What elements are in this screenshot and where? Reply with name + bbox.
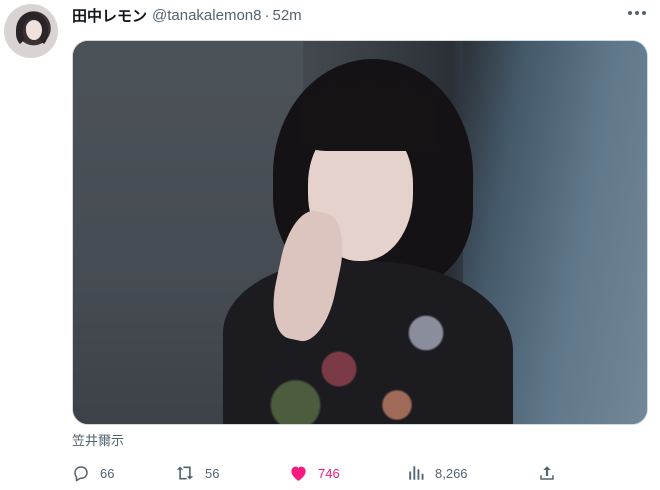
avatar[interactable]	[4, 4, 58, 58]
retweet-icon	[176, 466, 194, 480]
photo-credit-caption: 笠井爾示	[72, 433, 125, 448]
tweet-header: 田中レモン @tanakalemon8 · 52m	[72, 5, 302, 25]
photo-subject-bangs	[298, 81, 438, 151]
view-count: 8,266	[435, 465, 468, 481]
share-icon	[540, 466, 554, 480]
action-bar: 66 56 746 8,266	[72, 460, 652, 486]
reply-icon	[74, 466, 88, 482]
timestamp[interactable]: 52m	[272, 7, 301, 24]
heart-filled-icon	[291, 466, 306, 481]
avatar-face	[26, 20, 42, 40]
reply-button[interactable]: 66	[72, 460, 114, 486]
separator-dot: ·	[264, 6, 270, 24]
display-name[interactable]: 田中レモン	[72, 5, 147, 26]
views-chart-icon	[409, 466, 424, 480]
views-button[interactable]: 8,266	[407, 460, 468, 486]
reply-count: 66	[100, 465, 115, 481]
user-handle[interactable]: @tanakalemon8	[152, 7, 261, 24]
retweet-count: 56	[205, 465, 220, 481]
more-options-button[interactable]	[626, 4, 648, 22]
share-button[interactable]	[538, 460, 556, 486]
retweet-button[interactable]: 56	[175, 460, 219, 486]
like-button[interactable]: 746	[289, 460, 340, 486]
tweet-photo[interactable]	[72, 40, 648, 425]
like-count: 746	[318, 465, 340, 481]
more-horizontal-icon	[628, 11, 646, 15]
